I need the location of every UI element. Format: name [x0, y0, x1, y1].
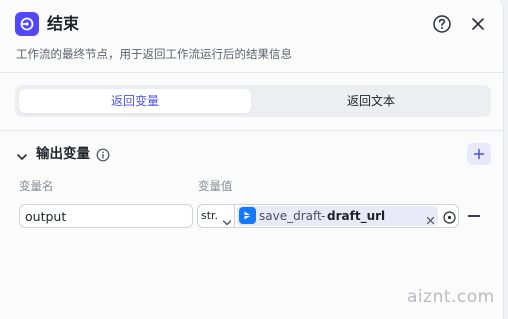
- tabs-divider: [0, 130, 504, 131]
- watermark: aiznt.com: [407, 287, 495, 307]
- tab-return-text[interactable]: 返回文本: [255, 89, 487, 113]
- section-title-output-variables: 输出变量: [36, 146, 90, 162]
- header-divider: [0, 72, 504, 73]
- help-icon[interactable]: [432, 14, 452, 34]
- add-variable-button[interactable]: [467, 143, 491, 165]
- variable-value-field: str. save_draft - draft_url: [197, 204, 459, 228]
- chevron-down-icon[interactable]: [16, 148, 28, 160]
- output-mode-tabs: 返回变量 返回文本: [15, 85, 491, 117]
- panel-title: 结束: [47, 14, 80, 33]
- type-label: str.: [201, 209, 217, 222]
- chevron-down-icon: [222, 212, 232, 226]
- remove-variable-button[interactable]: [468, 215, 480, 217]
- close-icon[interactable]: [469, 15, 487, 33]
- column-label-value: 变量值: [198, 179, 233, 193]
- end-node-icon: [15, 12, 39, 36]
- reference-variable-name: draft_url: [327, 209, 386, 223]
- variable-name-input[interactable]: [19, 204, 193, 228]
- select-reference-icon[interactable]: [443, 209, 456, 224]
- variable-reference-chip[interactable]: save_draft - draft_url: [237, 206, 438, 226]
- reference-separator: -: [321, 209, 326, 223]
- tab-return-variables[interactable]: 返回变量: [19, 89, 251, 113]
- clear-icon[interactable]: [426, 210, 435, 225]
- panel-description: 工作流的最终节点，用于返回工作流运行后的结果信息: [16, 47, 292, 61]
- info-icon[interactable]: [96, 147, 110, 162]
- plugin-node-icon: [239, 207, 256, 224]
- type-select[interactable]: str.: [198, 205, 235, 227]
- reference-node-name: save_draft: [259, 209, 322, 223]
- column-label-name: 变量名: [19, 179, 54, 193]
- panel-header: 结束 工作流的最终节点，用于返回工作流运行后的结果信息: [0, 0, 504, 72]
- plus-icon: [473, 148, 485, 160]
- end-node-panel: 结束 工作流的最终节点，用于返回工作流运行后的结果信息 返回变量 返回文本 输出…: [0, 0, 504, 319]
